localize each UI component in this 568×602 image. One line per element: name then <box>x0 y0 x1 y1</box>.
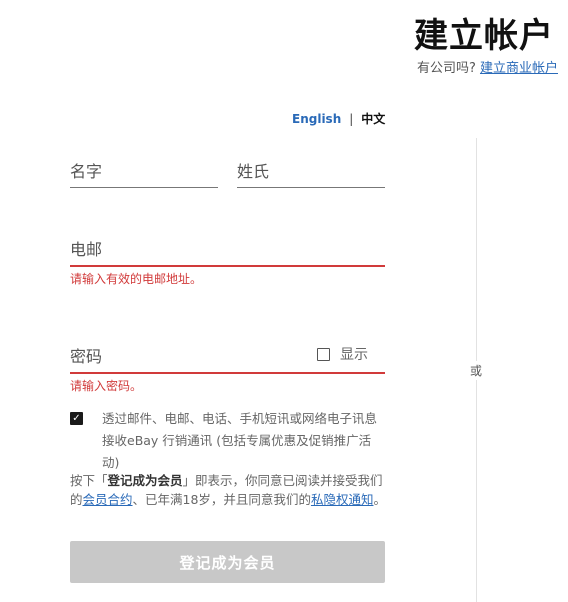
language-chinese-link[interactable]: 中文 <box>361 112 385 126</box>
consent-text: 透过邮件、电邮、电话、手机短讯或网络电子讯息接收eBay 行销通讯 (包括专属优… <box>102 411 378 470</box>
privacy-notice-link[interactable]: 私隐权通知 <box>311 492 374 507</box>
marketing-consent: ✓ 透过邮件、电邮、电话、手机短讯或网络电子讯息接收eBay 行销通讯 (包括专… <box>70 408 388 474</box>
consent-checkbox[interactable]: ✓ <box>70 412 83 425</box>
last-name-placeholder: 姓氏 <box>237 162 270 181</box>
show-password-checkbox[interactable] <box>317 347 330 361</box>
language-english-link[interactable]: English <box>292 112 341 126</box>
business-prompt-text: 有公司吗? <box>416 61 476 76</box>
password-error-message: 请输入密码。 <box>70 379 143 393</box>
business-account-link[interactable]: 建立商业帐户 <box>480 61 558 76</box>
divider-or-label: 或 <box>470 361 483 380</box>
terms-prefix: 按下「 <box>70 473 108 488</box>
show-password-label: 显示 <box>340 347 368 363</box>
first-name-field[interactable]: 名字 <box>70 158 218 188</box>
terms-suffix: 。 <box>373 492 386 507</box>
terms-bold: 登记成为会员 <box>107 473 183 488</box>
email-error-message: 请输入有效的电邮地址。 <box>70 272 203 286</box>
terms-notice: 按下「登记成为会员」即表示，你同意已阅读并接受我们的会员合约、已年满18岁，并且… <box>70 471 388 509</box>
language-separator: | <box>349 112 354 126</box>
register-button[interactable]: 登记成为会员 <box>70 541 385 583</box>
page-title: 建立帐户 <box>414 16 554 56</box>
show-password-toggle[interactable]: 显示 <box>317 344 368 364</box>
terms-mid-2: 、已年满18岁，并且同意我们的 <box>132 492 311 507</box>
language-switcher: English | 中文 <box>292 110 385 127</box>
last-name-field[interactable]: 姓氏 <box>237 158 385 188</box>
email-placeholder: 电邮 <box>70 240 103 259</box>
user-agreement-link[interactable]: 会员合约 <box>83 492 133 507</box>
first-name-placeholder: 名字 <box>70 162 103 181</box>
email-field[interactable]: 电邮 <box>70 236 385 267</box>
business-account-prompt: 有公司吗? 建立商业帐户 <box>417 57 558 76</box>
